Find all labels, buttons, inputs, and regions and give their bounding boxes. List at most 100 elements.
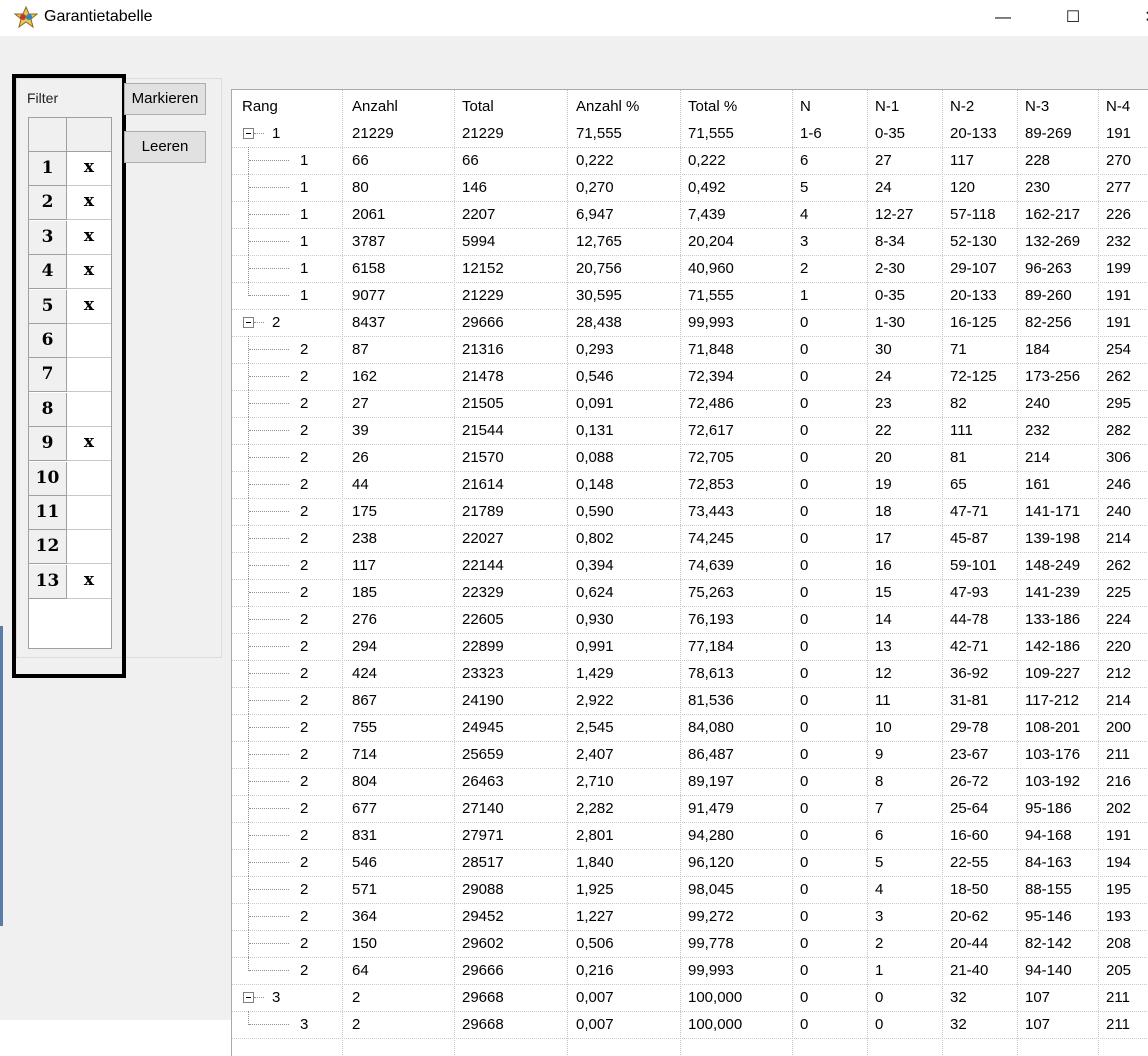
cell-anzahl: 714 <box>352 746 378 763</box>
cell-anzahl-: 2,710 <box>576 773 614 790</box>
tree-child-row[interactable]: 1 80 146 0,270 0,492 5 24 120 230 277 <box>232 174 1148 202</box>
mark-button[interactable]: Markieren <box>124 83 206 115</box>
cell-n-2: 22-55 <box>950 854 989 871</box>
tree-connector <box>249 862 289 863</box>
tree-child-row[interactable]: 2 26 21570 0,088 72,705 0 20 81 214 306 <box>232 444 1148 472</box>
cell-anzahl-: 0,546 <box>576 368 614 385</box>
tree-child-row[interactable]: 1 6158 12152 20,756 40,960 2 2-30 29-107 96-263 1… <box>232 255 1148 283</box>
tree-child-row[interactable]: 1 3787 5994 12,765 20,204 3 8-34 52-130 132-269 2… <box>232 228 1148 256</box>
tree-connector <box>254 322 264 323</box>
cell-n-4: 262 <box>1106 368 1132 385</box>
column-header[interactable]: N <box>800 90 811 120</box>
cell-n-1: 8 <box>875 773 884 790</box>
tree-child-row[interactable]: 2 571 29088 1,925 98,045 0 4 18-50 88-155 195 <box>232 876 1148 904</box>
tree-child-row[interactable]: 2 27 21505 0,091 72,486 0 23 82 240 295 <box>232 390 1148 418</box>
tree-child-row[interactable]: 2 162 21478 0,546 72,394 0 24 72-125 173-256 262 <box>232 363 1148 391</box>
cell-n-1: 2 <box>875 935 884 952</box>
cell-anzahl-: 0,624 <box>576 584 614 601</box>
cell-n-4: 193 <box>1106 908 1132 925</box>
cell-rang: 2 <box>300 773 309 790</box>
tree-group-row[interactable]: 1 21229 21229 71,555 71,555 1-6 0-35 20-133 89-2… <box>232 120 1148 148</box>
tree-child-row[interactable]: 2 867 24190 2,922 81,536 0 11 31-81 117-212 214 <box>232 687 1148 715</box>
tree-child-row[interactable]: 2 44 21614 0,148 72,853 0 19 65 161 246 <box>232 471 1148 499</box>
tree-child-row[interactable]: 2 424 23323 1,429 78,613 0 12 36-92 109-227 212 <box>232 660 1148 688</box>
collapse-icon[interactable] <box>243 992 254 1003</box>
column-header[interactable]: Total % <box>688 90 737 120</box>
cell-rang: 2 <box>272 314 281 331</box>
tree-child-row[interactable]: 2 294 22899 0,991 77,184 0 13 42-71 142-186 220 <box>232 633 1148 661</box>
cell-rang: 2 <box>300 692 309 709</box>
cell-n-4: 282 <box>1106 422 1132 439</box>
results-tree-table[interactable]: Rang Anzahl Total Anzahl % Total % N N-1 N-2 N-3… <box>231 89 1148 1056</box>
cell-n-1: 15 <box>875 584 892 601</box>
cell-anzahl: 21229 <box>352 125 394 142</box>
cell-anzahl-: 0,088 <box>576 449 614 466</box>
tree-child-row[interactable]: 2 39 21544 0,131 72,617 0 22 111 232 282 <box>232 417 1148 445</box>
cell-total: 21614 <box>462 476 504 493</box>
column-header[interactable]: Rang <box>242 90 278 120</box>
tree-child-row[interactable]: 2 831 27971 2,801 94,280 0 6 16-60 94-168 191 <box>232 822 1148 850</box>
tree-child-row[interactable]: 2 364 29452 1,227 99,272 0 3 20-62 95-146 193 <box>232 903 1148 931</box>
tree-child-row[interactable]: 1 2061 2207 6,947 7,439 4 12-27 57-118 162-217 22… <box>232 201 1148 229</box>
cell-total: 21505 <box>462 395 504 412</box>
tree-child-row[interactable]: 3 2 29668 0,007 100,000 0 0 32 107 211 <box>232 1011 1148 1039</box>
tree-child-row[interactable]: 2 677 27140 2,282 91,479 0 7 25-64 95-186 202 <box>232 795 1148 823</box>
tree-child-row[interactable]: 2 238 22027 0,802 74,245 0 17 45-87 139-198 214 <box>232 525 1148 553</box>
cell-total-: 100,000 <box>688 989 743 1006</box>
cell-rang: 2 <box>300 746 309 763</box>
cell-anzahl: 2 <box>352 1016 361 1033</box>
cell-total-: 77,184 <box>688 638 734 655</box>
cell-n-1: 23 <box>875 395 892 412</box>
tree-child-row[interactable]: 2 150 29602 0,506 99,778 0 2 20-44 82-142 208 <box>232 930 1148 958</box>
cell-n-4: 195 <box>1106 881 1132 898</box>
cell-anzahl: 8437 <box>352 314 386 331</box>
cell-n-1: 9 <box>875 746 884 763</box>
tree-child-row[interactable]: 2 546 28517 1,840 96,120 0 5 22-55 84-163 194 <box>232 849 1148 877</box>
filter-highlight-frame <box>12 74 126 678</box>
column-header[interactable]: Anzahl <box>352 90 398 120</box>
cell-n-2: 21-40 <box>950 962 989 979</box>
maximize-button[interactable]: ☐ <box>1050 0 1096 36</box>
column-header[interactable]: N-2 <box>950 90 974 120</box>
tree-child-row[interactable]: 2 755 24945 2,545 84,080 0 10 29-78 108-201 200 <box>232 714 1148 742</box>
column-header[interactable]: Total <box>462 90 494 120</box>
cell-total: 21229 <box>462 287 504 304</box>
tree-child-row[interactable]: 2 117 22144 0,394 74,639 0 16 59-101 148-249 262 <box>232 552 1148 580</box>
collapse-icon[interactable] <box>243 317 254 328</box>
cell-n-4: 208 <box>1106 935 1132 952</box>
column-header[interactable]: N-3 <box>1025 90 1049 120</box>
column-header[interactable]: N-4 <box>1106 90 1130 120</box>
cell-total-: 94,280 <box>688 827 734 844</box>
tree-child-row[interactable]: 2 185 22329 0,624 75,263 0 15 47-93 141-239 225 <box>232 579 1148 607</box>
tree-child-row[interactable]: 2 175 21789 0,590 73,443 0 18 47-71 141-171 240 <box>232 498 1148 526</box>
collapse-icon[interactable] <box>243 128 254 139</box>
tree-child-row[interactable]: 2 64 29666 0,216 99,993 0 1 21-40 94-140 205 <box>232 957 1148 985</box>
cell-rang: 2 <box>300 557 309 574</box>
cell-anzahl-: 2,407 <box>576 746 614 763</box>
cell-n-2: 120 <box>950 179 976 196</box>
minimize-button[interactable]: — <box>980 0 1026 36</box>
tree-child-row[interactable]: 2 87 21316 0,293 71,848 0 30 71 184 254 <box>232 336 1148 364</box>
cell-n-3: 95-146 <box>1025 908 1072 925</box>
cell-total: 22605 <box>462 611 504 628</box>
column-header[interactable]: N-1 <box>875 90 899 120</box>
tree-child-row[interactable]: 1 9077 21229 30,595 71,555 1 0-35 20-133 89-260 1… <box>232 282 1148 310</box>
cell-anzahl-: 1,227 <box>576 908 614 925</box>
cell-n-4: 225 <box>1106 584 1132 601</box>
tree-group-row[interactable]: 3 2 29668 0,007 100,000 0 0 32 107 211 <box>232 984 1148 1012</box>
tree-group-row[interactable]: 2 8437 29666 28,438 99,993 0 1-30 16-125 82-256 1… <box>232 309 1148 337</box>
close-button[interactable]: ✕ <box>1128 0 1148 36</box>
cell-n-1: 24 <box>875 179 892 196</box>
clear-button[interactable]: Leeren <box>124 131 206 163</box>
column-header[interactable]: Anzahl % <box>576 90 639 120</box>
cell-n: 0 <box>800 368 809 385</box>
tree-child-row[interactable]: 2 276 22605 0,930 76,193 0 14 44-78 133-186 224 <box>232 606 1148 634</box>
tree-child-row[interactable]: 2 804 26463 2,710 89,197 0 8 26-72 103-192 216 <box>232 768 1148 796</box>
tree-child-row[interactable]: 1 66 66 0,222 0,222 6 27 117 228 270 <box>232 147 1148 175</box>
cell-total: 21789 <box>462 503 504 520</box>
tree-connector <box>249 727 289 728</box>
cell-n-4: 211 <box>1106 746 1130 763</box>
cell-anzahl-: 1,925 <box>576 881 614 898</box>
tree-child-row[interactable]: 2 714 25659 2,407 86,487 0 9 23-67 103-176 211 <box>232 741 1148 769</box>
cell-anzahl: 39 <box>352 422 369 439</box>
